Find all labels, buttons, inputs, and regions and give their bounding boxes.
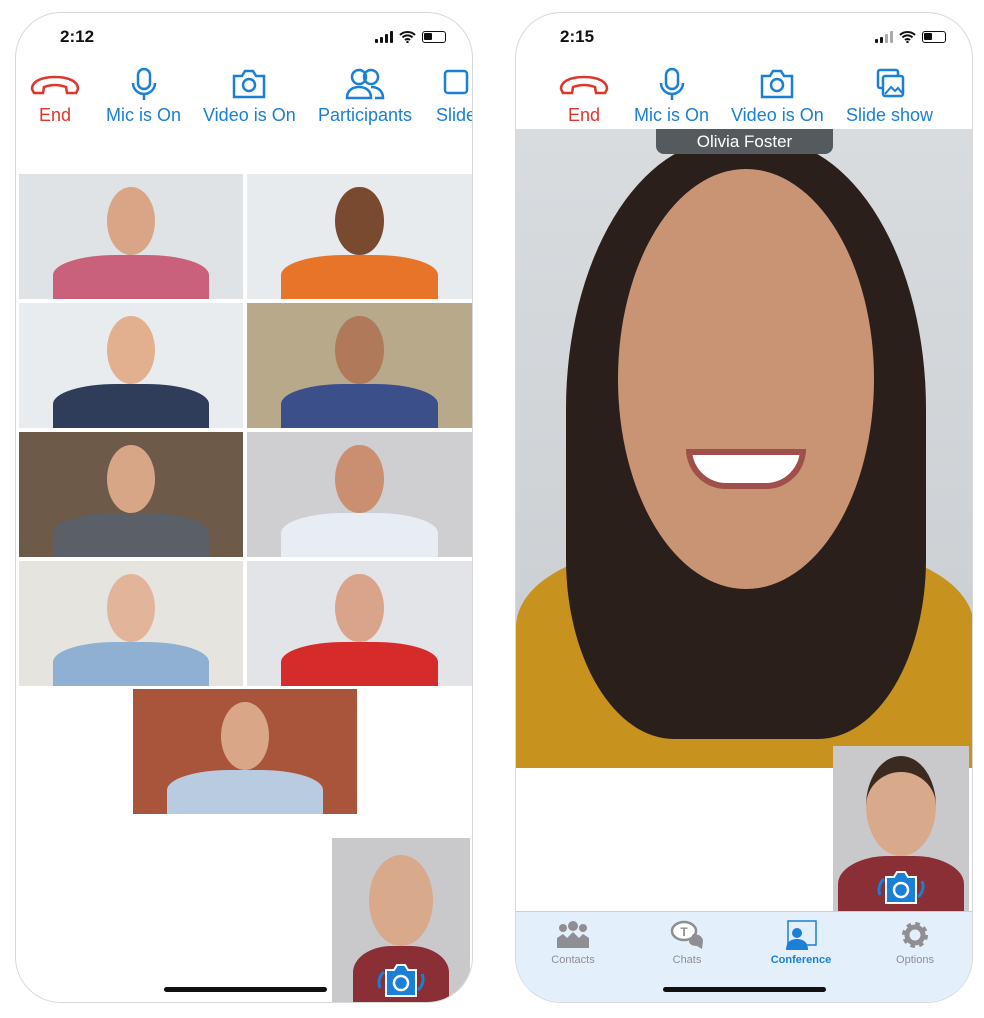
slide-show-icon	[876, 68, 904, 98]
tab-label: Conference	[770, 954, 832, 966]
participants-button[interactable]: Participants	[318, 67, 412, 126]
participant-video-tile[interactable]	[133, 689, 357, 814]
conference-icon	[786, 920, 817, 950]
speaker-name-label: Olivia Foster	[656, 129, 833, 154]
person-head	[335, 186, 384, 256]
active-speaker-video[interactable]	[516, 129, 972, 768]
battery-icon	[922, 31, 946, 43]
switch-camera-icon[interactable]	[366, 962, 436, 1000]
participant-video-tile[interactable]	[247, 303, 472, 428]
status-bar: 2:15	[516, 27, 972, 51]
person-head	[106, 444, 156, 514]
end-call-button[interactable]: End	[557, 67, 611, 126]
participant-video-tile[interactable]	[19, 432, 243, 557]
video-label: Video is On	[203, 105, 296, 125]
self-preview[interactable]	[833, 746, 969, 911]
person-head	[106, 186, 156, 256]
switch-camera-icon[interactable]	[866, 869, 936, 907]
camera-icon	[233, 69, 266, 99]
hangup-phone-icon	[559, 75, 609, 95]
self-preview[interactable]	[332, 838, 470, 1002]
person-body	[52, 255, 210, 299]
chats-icon: T	[670, 920, 703, 949]
participant-video-tile[interactable]	[19, 561, 243, 686]
phone-screen-speaker: 2:15 End Mic is On Video is On Slide sho…	[515, 12, 973, 1003]
signal-icon	[875, 31, 893, 43]
tab-options[interactable]: Options	[858, 912, 972, 1002]
slide-label: Slide show	[846, 105, 934, 125]
person-body	[280, 255, 439, 299]
participant-video-tile[interactable]	[247, 561, 472, 686]
home-indicator	[663, 987, 826, 992]
person-body	[280, 642, 439, 686]
status-bar: 2:12	[16, 27, 472, 51]
mic-label: Mic is On	[106, 105, 182, 125]
tab-contacts[interactable]: Contacts	[516, 912, 630, 1002]
call-toolbar: End Mic is On Video is On Participants S…	[16, 67, 472, 127]
tab-label: Options	[896, 954, 934, 966]
phone-screen-grid: 2:12 End Mic is On Video is On Participa…	[15, 12, 473, 1003]
person-body	[166, 770, 324, 814]
end-label: End	[38, 105, 72, 125]
person-head	[335, 573, 384, 643]
person-body	[280, 384, 439, 428]
slide-show-button[interactable]: Slide	[436, 67, 473, 126]
video-button[interactable]: Video is On	[203, 67, 296, 126]
participant-video-tile[interactable]	[247, 432, 472, 557]
home-indicator	[164, 987, 327, 992]
person-body	[52, 513, 210, 557]
battery-icon	[422, 31, 446, 43]
hangup-phone-icon	[30, 75, 80, 95]
person-body	[280, 513, 439, 557]
person-head	[106, 573, 156, 643]
wifi-icon	[899, 31, 916, 43]
mic-button[interactable]: Mic is On	[106, 67, 181, 126]
signal-icon	[375, 31, 393, 43]
video-button[interactable]: Video is On	[731, 67, 824, 126]
speaker-face	[618, 169, 874, 589]
person-head	[369, 854, 433, 946]
end-label: End	[567, 105, 601, 125]
slide-show-button[interactable]: Slide show	[846, 67, 933, 126]
microphone-icon	[131, 67, 156, 100]
status-time: 2:15	[560, 27, 595, 46]
tab-label: Chats	[672, 954, 702, 966]
person-head	[335, 315, 384, 385]
slide-show-icon	[443, 69, 469, 95]
status-time: 2:12	[60, 27, 95, 46]
participant-video-tile[interactable]	[247, 174, 472, 299]
mic-label: Mic is On	[634, 105, 710, 125]
camera-icon	[761, 69, 794, 99]
contacts-icon	[557, 921, 589, 948]
person-head	[106, 315, 156, 385]
participants-icon	[345, 68, 385, 100]
person-head	[220, 701, 270, 771]
gear-icon	[902, 922, 928, 948]
person-body	[52, 642, 210, 686]
end-call-button[interactable]: End	[28, 67, 82, 126]
person-body	[52, 384, 210, 428]
svg-text:T: T	[680, 925, 688, 939]
mic-button[interactable]: Mic is On	[634, 67, 709, 126]
microphone-icon	[659, 67, 684, 100]
participants-label: Participants	[318, 105, 413, 125]
participant-video-tile[interactable]	[19, 174, 243, 299]
slide-label: Slide	[436, 105, 473, 125]
wifi-icon	[399, 31, 416, 43]
call-toolbar: End Mic is On Video is On Slide show	[516, 67, 972, 127]
person-head	[335, 444, 384, 514]
participant-video-tile[interactable]	[19, 303, 243, 428]
video-label: Video is On	[731, 105, 824, 125]
tab-label: Contacts	[551, 954, 595, 966]
